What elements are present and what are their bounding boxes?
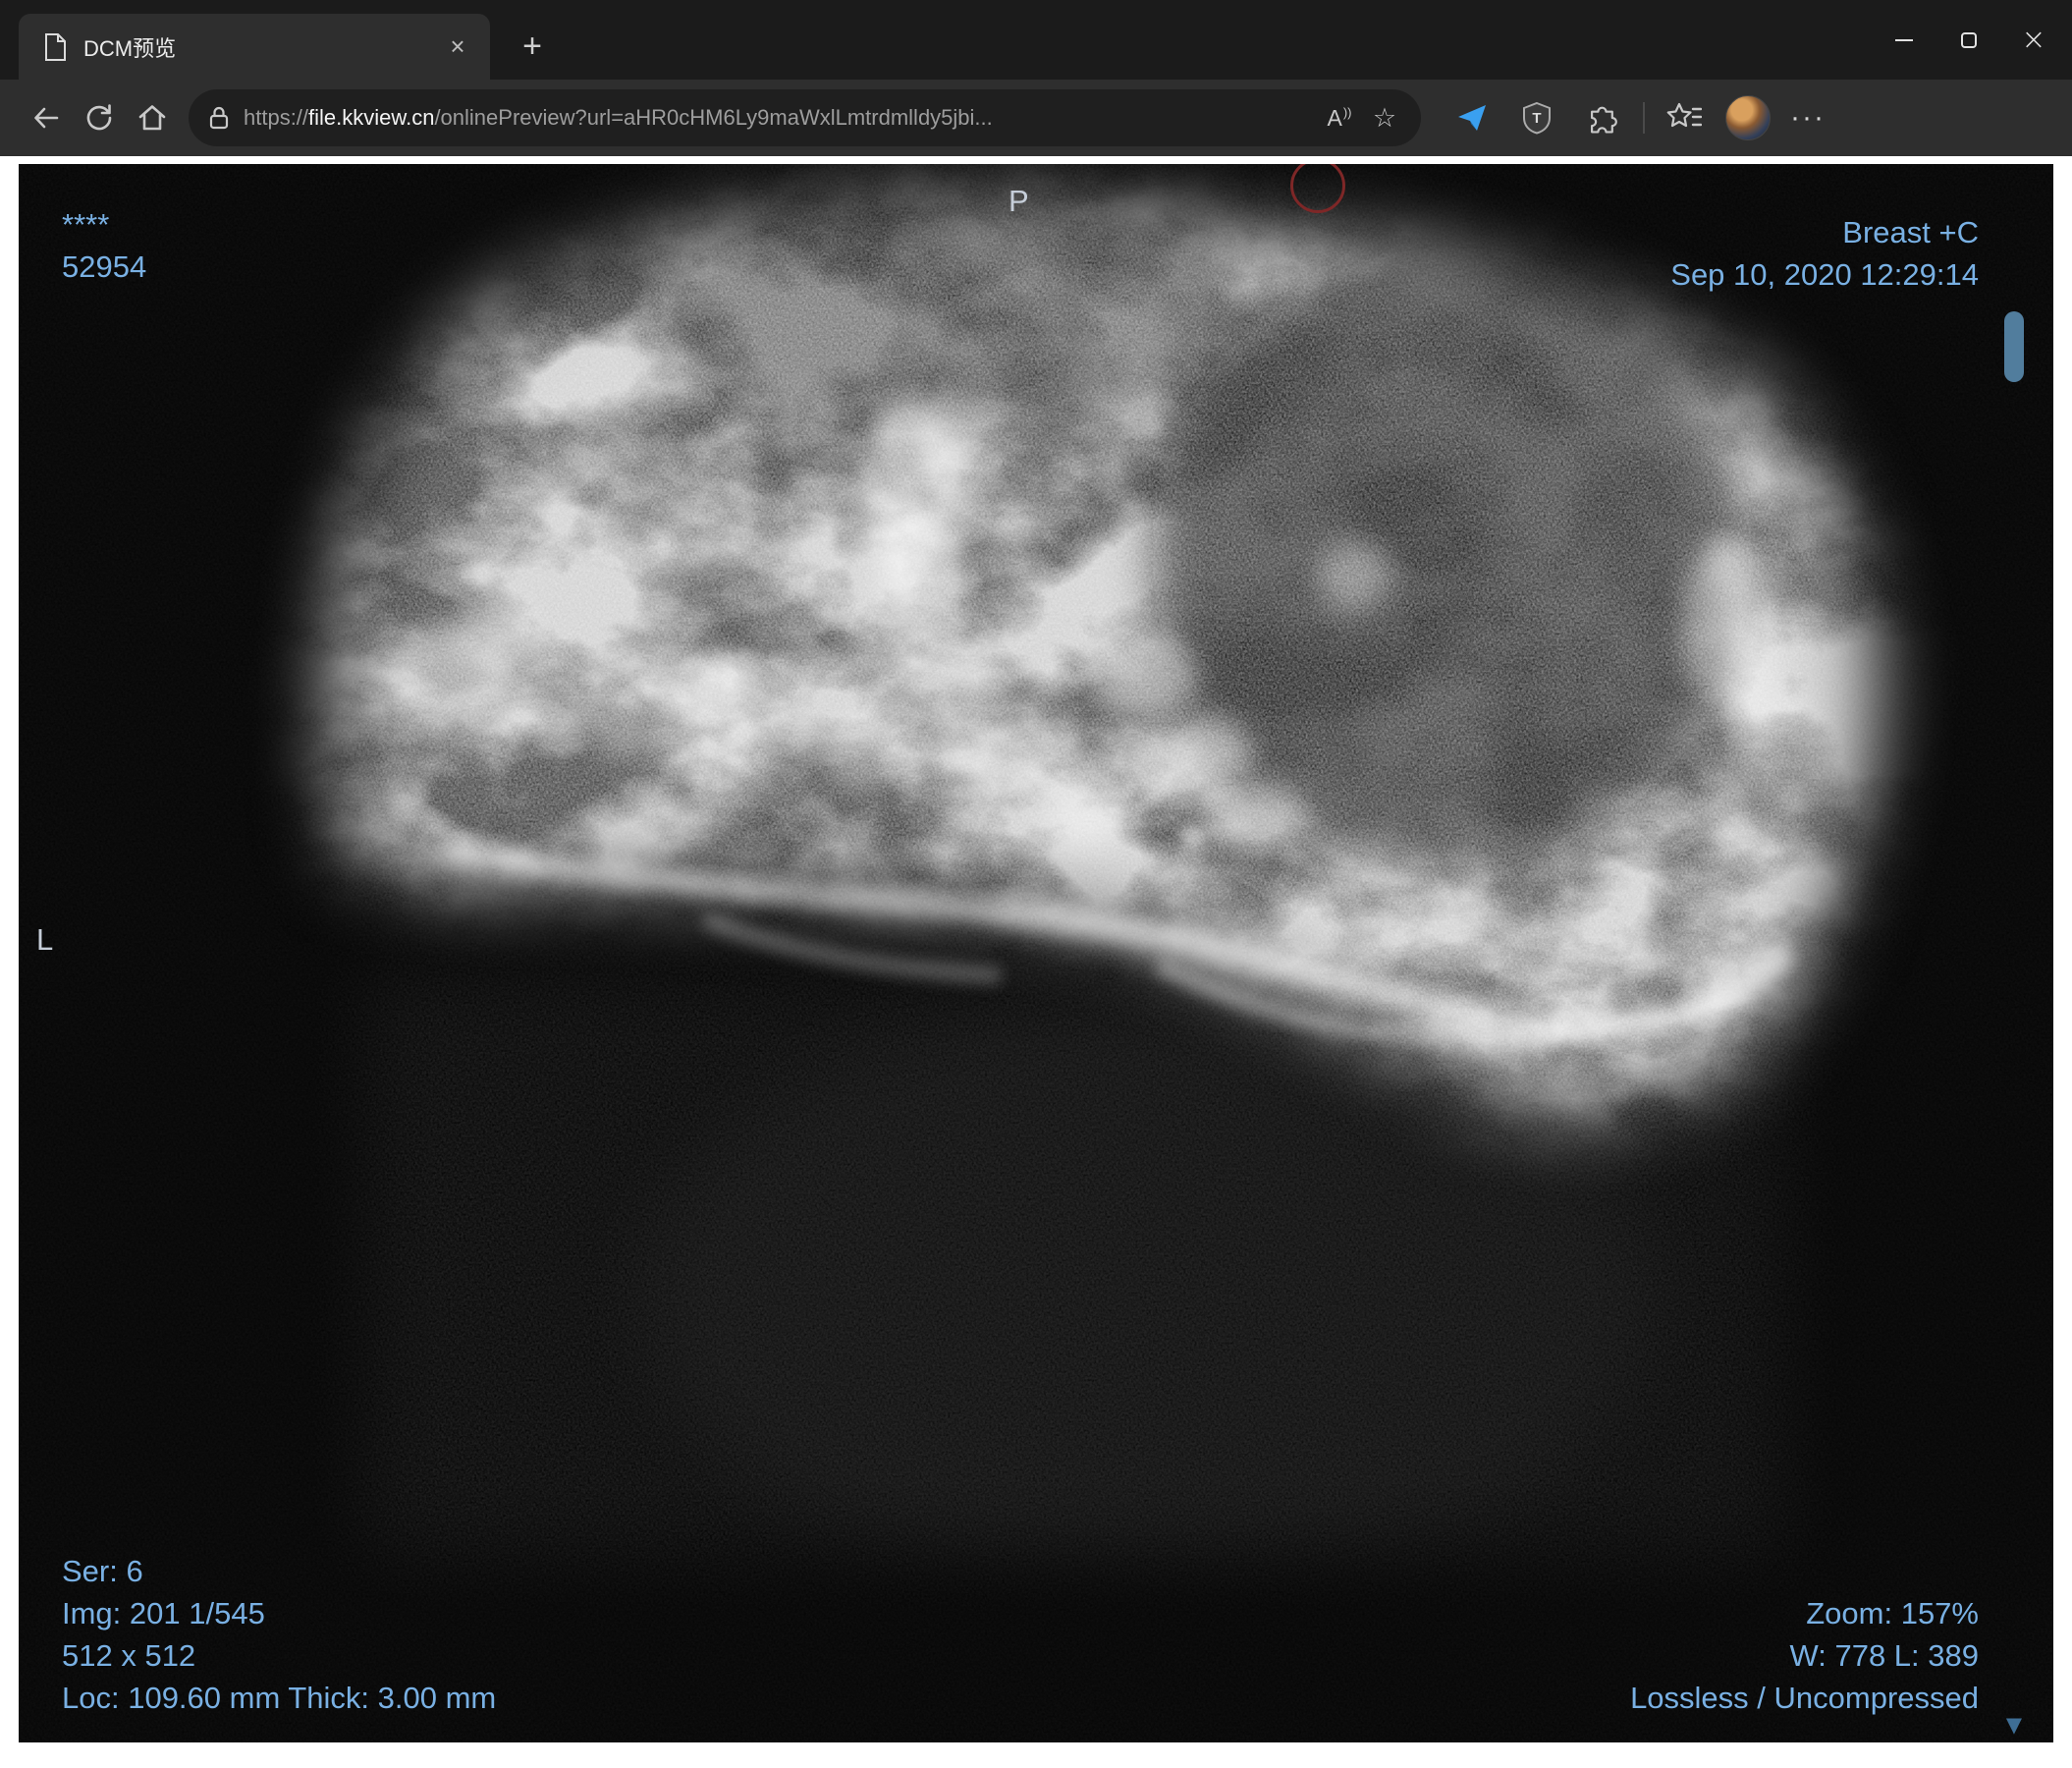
overlay-bottom-left: Ser: 6 Img: 201 1/545 512 x 512 Loc: 109… [62, 1550, 496, 1719]
toolbar-separator [1643, 102, 1645, 134]
maximize-button[interactable] [1936, 11, 2001, 70]
dicom-mri-image [19, 164, 2053, 1742]
overlay-bottom-right: Zoom: 157% W: 778 L: 389 Lossless / Unco… [1630, 1592, 1979, 1719]
favorites-hub-button[interactable] [1659, 92, 1710, 143]
overlay-top-right: Breast +C Sep 10, 2020 12:29:14 [1670, 211, 1979, 296]
tab-strip: DCM预览 × + × [0, 0, 2072, 80]
lock-icon [208, 105, 230, 131]
web-page: **** 52954 Breast +C Sep 10, 2020 12:29:… [0, 156, 2072, 1768]
tab-close-button[interactable]: × [439, 28, 476, 66]
url-path: /onlinePreview?url=aHR0cHM6Ly9maWxlLmtrd… [434, 105, 993, 130]
tab-dcm-preview[interactable]: DCM预览 × [19, 14, 490, 80]
back-icon [34, 107, 59, 129]
minimize-button[interactable] [1872, 11, 1936, 70]
settings-menu-button[interactable]: ··· [1782, 92, 1833, 143]
slice-location: Loc: 109.60 mm Thick: 3.00 mm [62, 1681, 497, 1715]
favorite-button[interactable]: ☆ [1362, 95, 1407, 140]
study-description: Breast +C [1842, 215, 1979, 249]
read-aloud-button[interactable]: A)) [1317, 95, 1362, 140]
orientation-marker-posterior: P [1009, 184, 1029, 218]
home-button[interactable] [126, 91, 179, 144]
puzzle-icon [1591, 106, 1617, 134]
document-icon [42, 32, 68, 62]
refresh-button[interactable] [73, 91, 126, 144]
window-level: W: 778 L: 389 [1789, 1638, 1979, 1673]
extension-blue-button[interactable] [1446, 92, 1498, 143]
overlay-top-left: **** 52954 [62, 203, 146, 288]
matrix-size: 512 x 512 [62, 1638, 196, 1673]
tab-title: DCM预览 [83, 35, 177, 61]
series-number: Ser: 6 [62, 1554, 143, 1588]
zoom-level: Zoom: 157% [1806, 1596, 1979, 1630]
image-number: Img: 201 1/545 [62, 1596, 265, 1630]
dicom-viewer-canvas[interactable]: **** 52954 Breast +C Sep 10, 2020 12:29:… [19, 164, 2053, 1742]
patient-id: 52954 [62, 249, 147, 284]
patient-name-masked: **** [62, 207, 110, 242]
url-domain: file.kkview.cn [308, 105, 435, 130]
browser-window: DCM预览 × + × https://file.kkview.cn/onlin… [0, 0, 2072, 1768]
home-icon [138, 105, 166, 131]
paper-plane-icon [1458, 105, 1486, 131]
close-icon: × [2021, 22, 2046, 57]
read-aloud-icon: A)) [1327, 104, 1352, 131]
refresh-icon [86, 104, 112, 131]
maximize-icon [1961, 31, 1977, 48]
compression-info: Lossless / Uncompressed [1630, 1681, 1979, 1715]
extensions-button[interactable] [1576, 92, 1627, 143]
shield-t-icon: T [1523, 101, 1551, 135]
svg-text:T: T [1532, 110, 1541, 127]
new-tab-button[interactable]: + [510, 24, 555, 69]
address-bar[interactable]: https://file.kkview.cn/onlinePreview?url… [189, 89, 1421, 146]
profile-avatar[interactable] [1725, 95, 1771, 140]
favorite-star-icon: ☆ [1372, 102, 1397, 134]
window-controls: × [1872, 0, 2066, 80]
favorites-hub-icon [1666, 102, 1702, 128]
url-text: https://file.kkview.cn/onlinePreview?url… [244, 105, 1317, 131]
scrollbar-down-arrow[interactable]: ▼ [2002, 1713, 2026, 1737]
back-button[interactable] [20, 91, 73, 144]
url-scheme: https:// [244, 105, 309, 130]
orientation-marker-left: L [36, 922, 54, 957]
study-datetime: Sep 10, 2020 12:29:14 [1670, 257, 1979, 292]
navigation-toolbar: https://file.kkview.cn/onlinePreview?url… [0, 80, 2072, 156]
scrollbar-thumb[interactable] [2004, 311, 2024, 382]
close-button[interactable]: × [2001, 11, 2066, 70]
extension-shield-button[interactable]: T [1511, 92, 1562, 143]
minimize-icon [1895, 38, 1913, 41]
